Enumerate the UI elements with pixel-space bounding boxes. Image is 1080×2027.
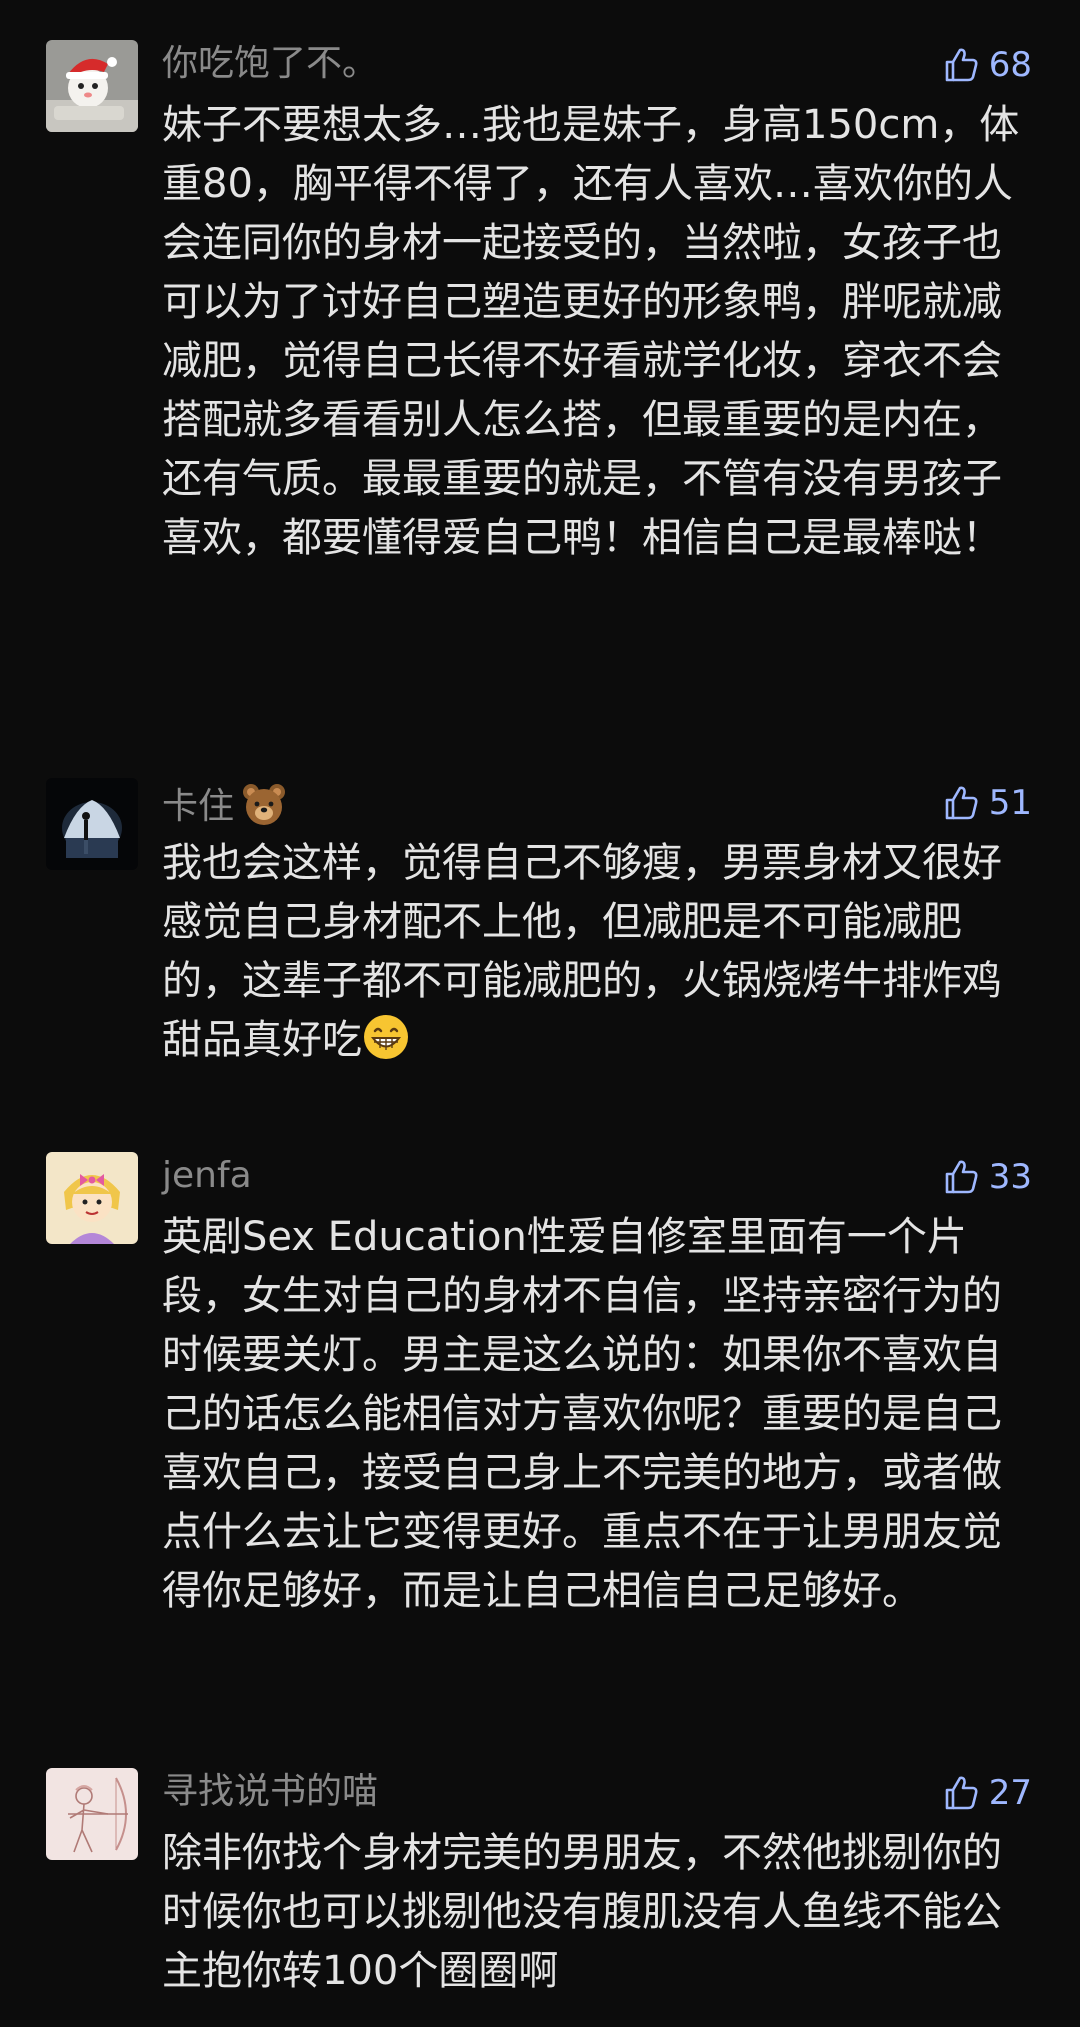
avatar[interactable] (46, 40, 138, 132)
santa-hat-avatar-icon (46, 40, 138, 132)
thumbs-up-icon (945, 786, 978, 820)
like-button[interactable]: 33 (941, 1156, 1032, 1198)
username[interactable]: 卡住 (162, 780, 288, 829)
like-count: 51 (988, 783, 1032, 823)
like-button[interactable]: 51 (941, 782, 1032, 824)
comment-text-body: 我也会这样，觉得自己不够瘦，男票身材又很好感觉自己身材配不上他，但减肥是不可能减… (162, 840, 1002, 1063)
avatar[interactable] (46, 1152, 138, 1244)
comment-text: 妹子不要想太多…我也是妹子，身高150cm，体重80，胸平得不得了，还有人喜欢…… (162, 102, 1020, 561)
avatar[interactable] (46, 1768, 138, 1860)
avatar[interactable] (46, 778, 138, 870)
comment-text: 英剧Sex Education性爱自修室里面有一个片段，女生对自己的身材不自信，… (162, 1214, 1002, 1614)
bear-face-emoji (240, 780, 288, 828)
like-count: 68 (988, 45, 1032, 85)
comment-text: 我也会这样，觉得自己不够瘦，男票身材又很好感觉自己身材配不上他，但减肥是不可能减… (162, 834, 1032, 1070)
archer-sketch-avatar-icon (46, 1768, 138, 1860)
thumbs-up-icon (945, 1160, 978, 1194)
like-count: 33 (988, 1157, 1032, 1197)
thumbs-up-icon (945, 48, 978, 82)
comment-text: 除非你找个身材完美的男朋友，不然他挑剔你的时候你也可以挑剔他没有腹肌没有人鱼线不… (162, 1830, 1002, 1994)
like-button[interactable]: 27 (941, 1772, 1032, 1814)
username[interactable]: 你吃饱了不。 (162, 42, 378, 86)
grinning-face-emoji (362, 1013, 410, 1061)
username[interactable]: jenfa (162, 1154, 252, 1198)
like-button[interactable]: 68 (941, 44, 1032, 86)
cartoon-girl-avatar-icon (46, 1152, 138, 1244)
silhouette-avatar-icon (46, 778, 138, 870)
username[interactable]: 寻找说书的喵 (162, 1770, 378, 1814)
like-count: 27 (988, 1773, 1032, 1813)
username-text: 卡住 (162, 786, 235, 827)
thumbs-up-icon (945, 1776, 978, 1810)
